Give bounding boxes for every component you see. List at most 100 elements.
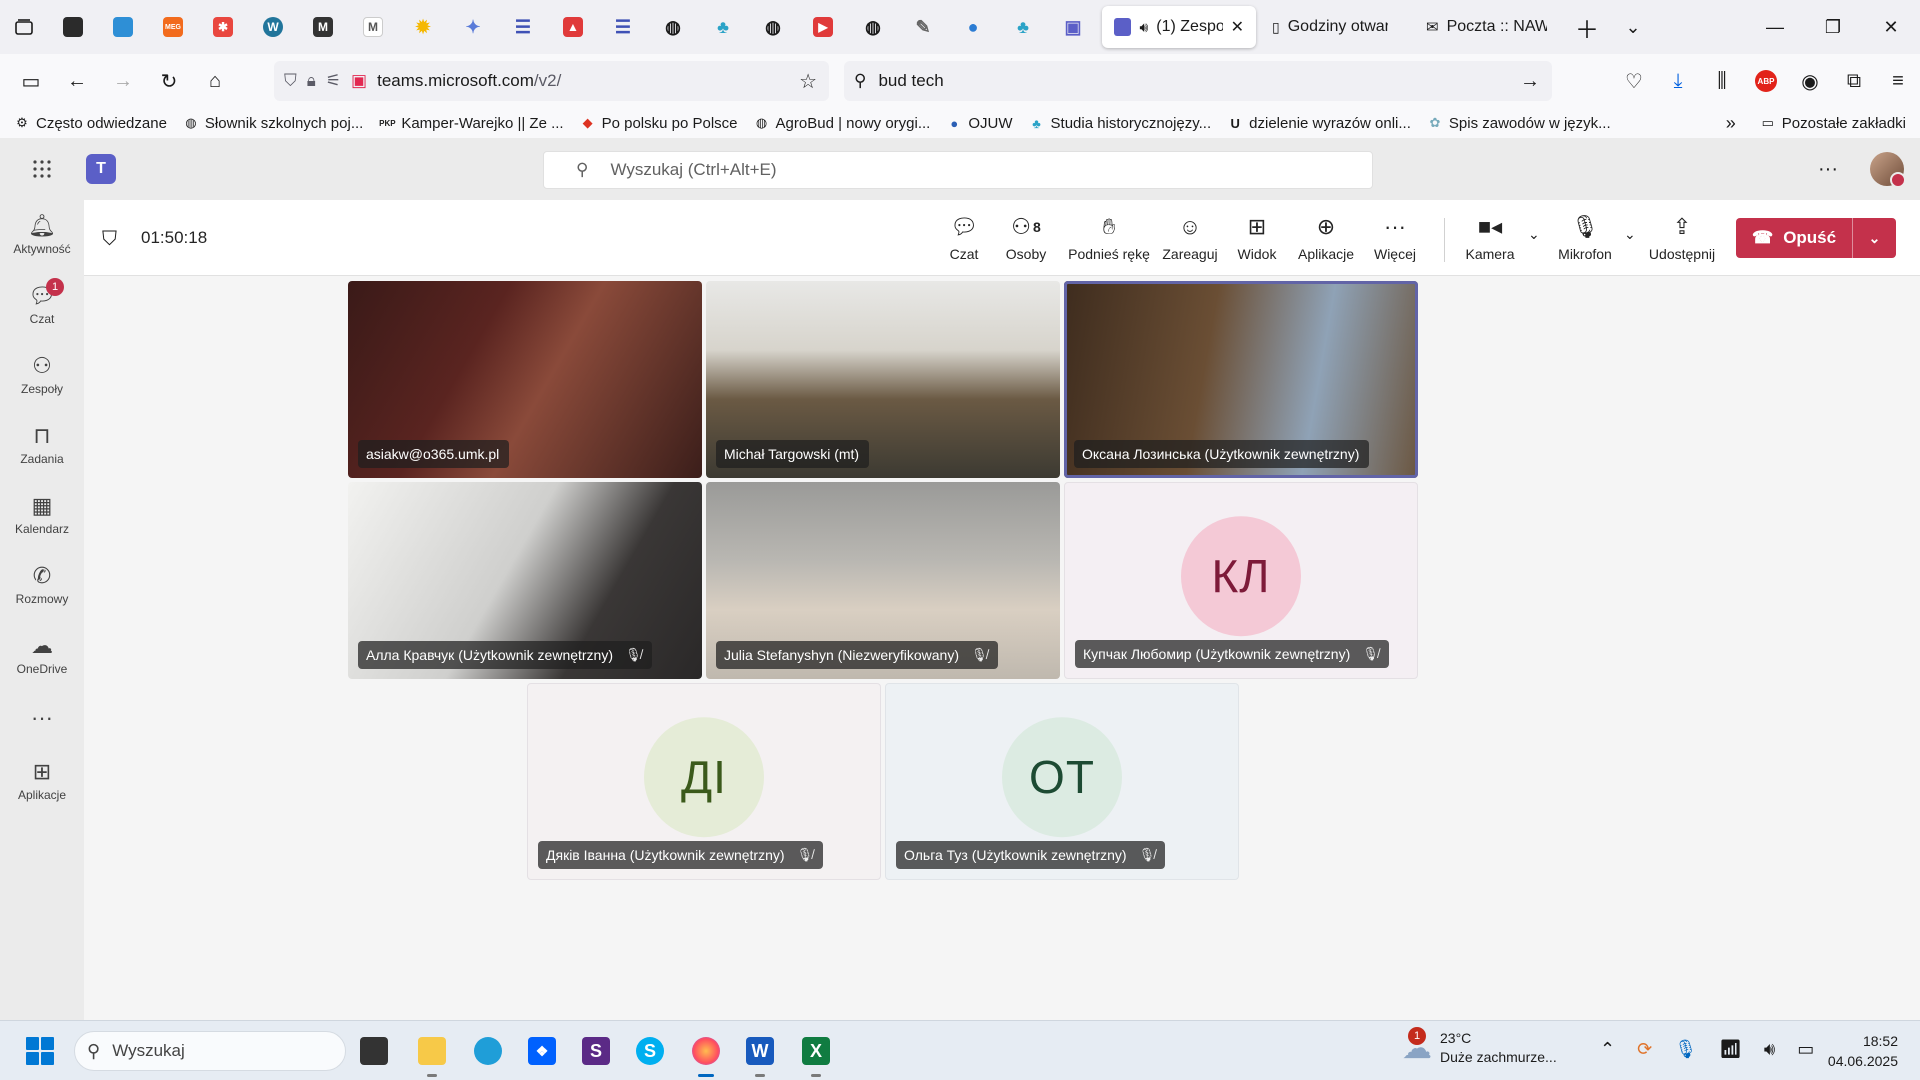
downloads-icon[interactable]: ⤓: [1656, 58, 1700, 104]
url-bar[interactable]: ⛉ 🔒︎ ⚟ ▣ teams.microsoft.com/v2/ ☆: [274, 61, 829, 101]
microphone-icon[interactable]: 🎙︎: [1674, 1039, 1697, 1060]
sync-icon[interactable]: ⟳: [1637, 1039, 1652, 1060]
more-options-icon[interactable]: ···: [1818, 158, 1838, 181]
participant-tile[interactable]: КЛ Купчак Любомир (Użytkownik zewnętrzny…: [1064, 482, 1418, 679]
excel-button[interactable]: X: [796, 1031, 836, 1077]
new-tab-button[interactable]: ＋: [1564, 0, 1610, 54]
bookmark-item[interactable]: ◍ Słownik szkolnych poj...: [183, 115, 363, 132]
file-explorer-button[interactable]: [412, 1031, 452, 1077]
word-button[interactable]: W: [740, 1031, 780, 1077]
weather-widget[interactable]: ☁︎ 1 23°C Duże zachmurze...: [1402, 1027, 1557, 1067]
pinned-tab[interactable]: ♣: [998, 7, 1048, 47]
speaker-icon[interactable]: 🔊︎: [1764, 1039, 1775, 1060]
bookmark-item[interactable]: ✿ Spis zawodów w język...: [1427, 115, 1610, 132]
bookmark-item[interactable]: PKP Kamper-Warejko || Ze ...: [379, 115, 564, 132]
participant-tile-active-speaker[interactable]: Оксана Лозинська (Użytkownik zewnętrzny): [1064, 281, 1418, 478]
restore-button[interactable]: ❐: [1804, 0, 1862, 54]
taskbar-clock[interactable]: 18:52 04.06.2025: [1828, 1031, 1898, 1071]
account-icon[interactable]: ◉: [1788, 58, 1832, 104]
other-bookmarks[interactable]: ▭ Pozostałe zakładki: [1760, 115, 1906, 132]
camera-options-chevron-icon[interactable]: ⌄: [1528, 226, 1540, 243]
bookmark-item[interactable]: ◍ AgroBud | nowy orygi...: [754, 115, 930, 132]
profile-avatar[interactable]: [1870, 152, 1906, 188]
tab-overflow-button[interactable]: ⌄: [1610, 0, 1656, 54]
rail-item-onedrive[interactable]: ☁︎ OneDrive: [0, 620, 84, 690]
pinned-tab[interactable]: ▲: [548, 7, 598, 47]
pinned-tab[interactable]: M: [348, 7, 398, 47]
edge-button[interactable]: [468, 1031, 508, 1071]
bookmark-item[interactable]: ⚙ Często odwiedzane: [14, 115, 167, 132]
bookmarks-overflow-icon[interactable]: »: [1726, 113, 1736, 134]
pocket-icon[interactable]: ♡: [1612, 58, 1656, 104]
participant-tile[interactable]: Алла Кравчук (Użytkownik zewnętrzny) 🎙︎̸: [348, 482, 702, 679]
pinned-tab[interactable]: [48, 7, 98, 47]
speaker-icon[interactable]: 🔊︎: [1139, 19, 1148, 36]
participant-tile[interactable]: Julia Stefanyshyn (Niezweryfikowany) 🎙︎̸: [706, 482, 1060, 679]
view-button[interactable]: ⊞ Widok: [1234, 214, 1280, 270]
skype-button[interactable]: S: [630, 1031, 670, 1071]
microphone-button[interactable]: 🎙︎ Mikrofon: [1554, 214, 1616, 270]
tab-teams[interactable]: 🔊︎ (1) Zespo ✕: [1102, 6, 1256, 48]
home-button[interactable]: ⌂: [192, 58, 238, 104]
reload-button[interactable]: ↻: [146, 58, 192, 104]
pinned-tab[interactable]: ☰: [598, 7, 648, 47]
pinned-tab[interactable]: W: [248, 7, 298, 47]
rail-item-calls[interactable]: ✆ Rozmowy: [0, 550, 84, 620]
tab-list-button[interactable]: [0, 0, 48, 54]
pinned-tab[interactable]: ♣: [698, 7, 748, 47]
start-button[interactable]: [26, 1037, 54, 1065]
bookmark-item[interactable]: ● OJUW: [946, 115, 1012, 132]
wifi-icon[interactable]: 📶︎: [1719, 1039, 1742, 1060]
adblock-icon[interactable]: ABP: [1744, 58, 1788, 104]
taskbar-search-input[interactable]: ⚲ Wyszukaj: [74, 1031, 346, 1071]
pinned-tab[interactable]: ▣: [1048, 7, 1098, 47]
firefox-button[interactable]: [686, 1031, 726, 1077]
pinned-tab[interactable]: ◍: [848, 7, 898, 47]
pinned-tab[interactable]: ✎: [898, 7, 948, 47]
rail-item-teams[interactable]: ⚇ Zespoły: [0, 340, 84, 410]
more-button[interactable]: ··· Więcej: [1372, 214, 1418, 270]
share-button[interactable]: ⇪ Udostępnij: [1646, 214, 1718, 270]
tab-godziny[interactable]: ▯ Godziny otwarci: [1260, 6, 1410, 48]
camera-button[interactable]: ■◂ Kamera: [1464, 214, 1516, 270]
rail-item-activity[interactable]: 🔔︎ Aktywność: [0, 200, 84, 270]
pinned-tab[interactable]: ▶: [798, 7, 848, 47]
mic-options-chevron-icon[interactable]: ⌄: [1624, 226, 1636, 243]
library-icon[interactable]: ⫼: [1700, 58, 1744, 104]
people-button[interactable]: ⚇ 8 Osoby: [1002, 214, 1050, 270]
pinned-tab[interactable]: ◍: [748, 7, 798, 47]
leave-button[interactable]: ☎︎ Opuść ⌄: [1736, 218, 1896, 258]
rail-item-assignments[interactable]: ⊓ Zadania: [0, 410, 84, 480]
pinned-tab[interactable]: ◍: [648, 7, 698, 47]
shield-icon[interactable]: ⛉: [284, 71, 297, 91]
pinned-tab[interactable]: ✹: [398, 7, 448, 47]
sidebar-toggle-button[interactable]: ▭: [8, 58, 54, 104]
dropbox-button[interactable]: ❖: [522, 1031, 562, 1071]
minimize-button[interactable]: —: [1746, 0, 1804, 54]
participant-tile[interactable]: asiakw@o365.umk.pl: [348, 281, 702, 478]
raise-hand-button[interactable]: ✋︎ Podnieś rękę: [1068, 214, 1150, 270]
app-s-button[interactable]: S: [576, 1031, 616, 1071]
chevron-up-icon[interactable]: ⌃: [1600, 1039, 1615, 1060]
go-arrow-icon[interactable]: →: [1520, 70, 1540, 93]
close-tab-icon[interactable]: ✕: [1231, 17, 1244, 37]
pinned-tab[interactable]: [98, 7, 148, 47]
forward-button[interactable]: →: [100, 58, 146, 104]
pinned-tab[interactable]: MEG: [148, 7, 198, 47]
search-bar[interactable]: ⚲ bud tech →: [844, 61, 1552, 101]
back-button[interactable]: ←: [54, 58, 100, 104]
leave-options-chevron-icon[interactable]: ⌄: [1853, 230, 1896, 247]
app-launcher-button[interactable]: [0, 138, 84, 200]
extensions-icon[interactable]: ⧉: [1832, 58, 1876, 104]
task-view-button[interactable]: [354, 1031, 394, 1071]
camera-sharing-icon[interactable]: ▣: [351, 71, 367, 91]
lock-icon[interactable]: 🔒︎: [307, 71, 316, 91]
react-button[interactable]: ☺ Zareaguj: [1160, 214, 1220, 270]
pinned-tab[interactable]: ✱: [198, 7, 248, 47]
close-window-button[interactable]: ✕: [1862, 0, 1920, 54]
teams-search-input[interactable]: ⚲ Wyszukaj (Ctrl+Alt+E): [543, 151, 1373, 189]
tab-poczta[interactable]: ✉ Poczta :: NAWA/: [1414, 6, 1564, 48]
pinned-tab[interactable]: ☰: [498, 7, 548, 47]
rail-item-chat[interactable]: 💬︎ 1 Czat: [0, 270, 84, 340]
rail-item-calendar[interactable]: ▦ Kalendarz: [0, 480, 84, 550]
